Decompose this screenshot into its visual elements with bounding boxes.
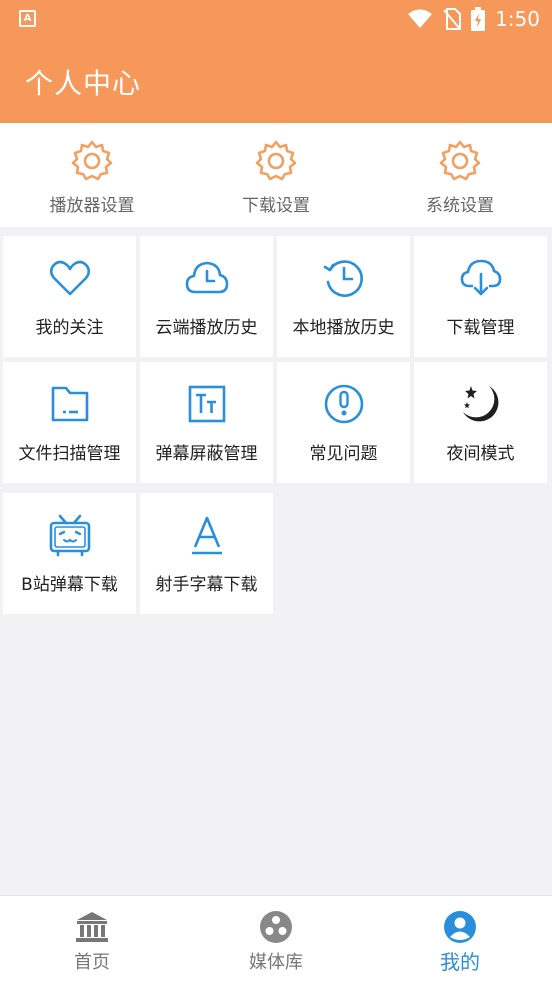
letter-a-icon — [191, 516, 222, 555]
media-icon — [260, 911, 292, 943]
moon-stars-icon — [462, 386, 498, 422]
danmaku-block-label: 弹幕屏蔽管理 — [155, 444, 258, 464]
app-notification-icon: A — [19, 10, 36, 27]
settings-row: 播放器设置 下载设置 系统设置 — [0, 123, 552, 227]
status-icons: 1:50 — [407, 6, 540, 32]
download-settings-button[interactable]: 下载设置 — [184, 123, 368, 227]
danmaku-block-button[interactable]: 弹幕屏蔽管理 — [140, 362, 273, 483]
battery-charging-icon — [471, 7, 486, 31]
bilibili-danmaku-download-label: B站弹幕下载 — [21, 575, 118, 595]
gear-icon — [255, 140, 297, 181]
folder-icon — [51, 386, 88, 422]
download-manager-label: 下载管理 — [446, 318, 515, 338]
local-history-label: 本地播放历史 — [292, 318, 395, 338]
page-title: 个人中心 — [25, 67, 142, 100]
status-bar: A 1:50 — [0, 0, 552, 38]
file-scan-label: 文件扫描管理 — [18, 444, 121, 464]
player-settings-label: 播放器设置 — [49, 196, 135, 216]
player-settings-button[interactable]: 播放器设置 — [0, 123, 184, 227]
system-settings-button[interactable]: 系统设置 — [368, 123, 552, 227]
nav-mine-label: 我的 — [440, 950, 480, 974]
header-bar: A 1:50 个人中心 — [0, 0, 552, 123]
subtitle-download-label: 射手字幕下载 — [155, 575, 258, 595]
nav-media-library-label: 媒体库 — [249, 952, 303, 973]
no-sim-icon — [443, 8, 462, 30]
night-mode-button[interactable]: 夜间模式 — [414, 362, 547, 483]
system-settings-label: 系统设置 — [426, 196, 494, 216]
bilibili-tv-icon — [49, 514, 90, 557]
text-block-icon — [188, 385, 225, 423]
user-icon — [444, 911, 476, 943]
nav-mine[interactable]: 我的 — [368, 896, 552, 983]
wifi-icon — [408, 9, 433, 28]
download-manager-button[interactable]: 下载管理 — [414, 236, 547, 357]
nav-home[interactable]: 首页 — [0, 896, 184, 983]
nav-media-library[interactable]: 媒体库 — [184, 896, 368, 983]
bank-icon — [76, 912, 108, 942]
bilibili-danmaku-download-button[interactable]: B站弹幕下载 — [3, 493, 136, 614]
my-follows-button[interactable]: 我的关注 — [3, 236, 136, 357]
history-clock-icon — [323, 260, 363, 297]
gear-icon — [439, 140, 481, 181]
faq-label: 常见问题 — [309, 444, 378, 464]
cloud-history-button[interactable]: 云端播放历史 — [140, 236, 273, 357]
gear-icon — [71, 140, 113, 181]
exclamation-circle-icon — [324, 384, 363, 424]
cloud-history-label: 云端播放历史 — [155, 318, 258, 338]
subtitle-download-button[interactable]: 射手字幕下载 — [140, 493, 273, 614]
file-scan-button[interactable]: 文件扫描管理 — [3, 362, 136, 483]
bottom-nav: 首页 媒体库 我的 — [0, 895, 552, 983]
my-follows-label: 我的关注 — [35, 318, 104, 338]
heart-icon — [49, 260, 90, 296]
faq-button[interactable]: 常见问题 — [277, 362, 410, 483]
local-history-button[interactable]: 本地播放历史 — [277, 236, 410, 357]
download-settings-label: 下载设置 — [242, 196, 310, 216]
clock-time: 1:50 — [495, 7, 540, 31]
cloud-clock-icon — [185, 261, 228, 294]
night-mode-label: 夜间模式 — [446, 444, 515, 464]
cloud-download-icon — [460, 259, 501, 296]
nav-home-label: 首页 — [74, 952, 110, 973]
